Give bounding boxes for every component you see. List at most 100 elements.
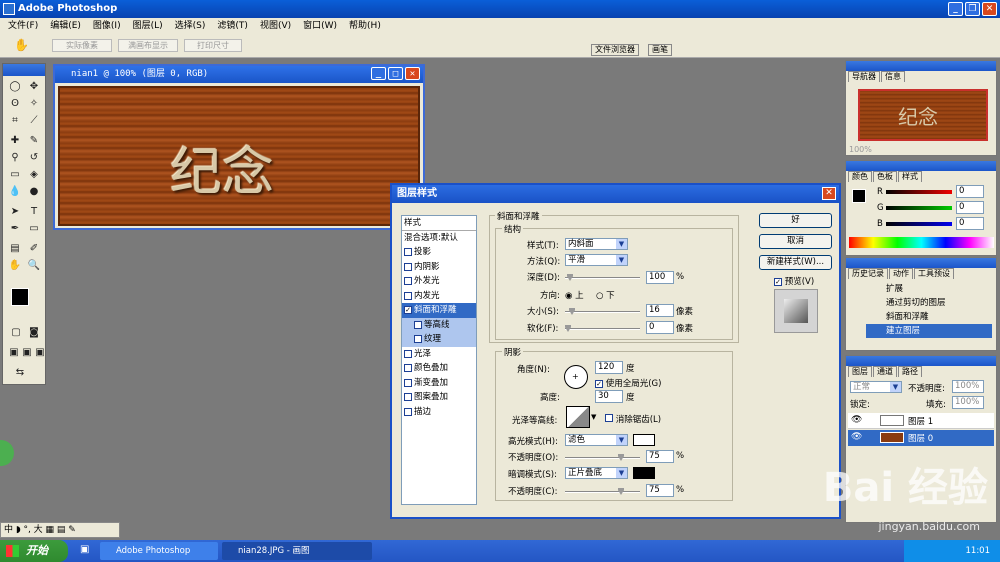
doc-maximize-button[interactable]: □ xyxy=(388,67,403,80)
actions-tab[interactable]: 动作 xyxy=(889,268,913,279)
layer-opacity-value[interactable]: 100% xyxy=(952,380,984,393)
menu-select[interactable]: 选择(S) xyxy=(169,18,212,34)
checkbox[interactable] xyxy=(404,364,412,373)
chevron-down-icon[interactable]: ▼ xyxy=(591,413,596,421)
b-value[interactable]: 0 xyxy=(956,217,984,230)
actual-pixels-button[interactable]: 实际像素 xyxy=(52,39,112,52)
magic-wand-tool-icon[interactable]: ✧ xyxy=(27,97,41,111)
info-tab[interactable]: 信息 xyxy=(881,71,905,82)
angle-dial[interactable]: + xyxy=(564,365,588,389)
navigator-thumbnail[interactable]: 纪念 xyxy=(858,89,988,141)
doc-close-button[interactable]: ✕ xyxy=(405,67,420,80)
fill-value[interactable]: 100% xyxy=(952,396,984,409)
eye-icon[interactable]: 👁 xyxy=(851,432,862,442)
foreground-color-swatch[interactable] xyxy=(11,288,29,306)
shadow-color-swatch[interactable] xyxy=(633,467,655,479)
notes-tool-icon[interactable]: ▤ xyxy=(8,242,22,256)
checkbox[interactable] xyxy=(414,320,422,329)
fit-screen-button[interactable]: 满画布显示 xyxy=(118,39,178,52)
soften-slider[interactable] xyxy=(565,325,640,332)
channels-tab[interactable]: 通道 xyxy=(873,366,897,377)
eyedropper-icon[interactable]: ✐ xyxy=(27,242,41,256)
color-tab[interactable]: 颜色 xyxy=(848,171,872,182)
bucket-tool-icon[interactable]: ◈ xyxy=(27,168,41,182)
color-overlay-item[interactable]: 颜色叠加 xyxy=(402,361,476,376)
shape-tool-icon[interactable]: ▭ xyxy=(27,222,41,236)
quickmask-mode-icon[interactable]: ◙ xyxy=(27,326,41,340)
hand-tool-icon[interactable]: ✋ xyxy=(14,38,29,52)
method-select[interactable]: 平滑 ▼ xyxy=(565,254,628,266)
direction-up-radio[interactable]: ◉ 上 xyxy=(565,289,584,301)
shadow-opacity-input[interactable]: 75 xyxy=(646,484,674,497)
shadow-opacity-slider[interactable] xyxy=(565,488,640,495)
checkbox[interactable] xyxy=(414,335,422,344)
clock[interactable]: 11:01 xyxy=(966,546,991,556)
cancel-button[interactable]: 取消 xyxy=(759,234,832,249)
screen-mode-1-icon[interactable]: ▣ xyxy=(7,346,21,360)
g-slider[interactable] xyxy=(886,206,952,210)
swatches-tab[interactable]: 色板 xyxy=(873,171,897,182)
menu-filter[interactable]: 滤镜(T) xyxy=(211,18,254,34)
menu-view[interactable]: 视图(V) xyxy=(254,18,297,34)
highlight-color-swatch[interactable] xyxy=(633,434,655,446)
move-tool-icon[interactable]: ✥ xyxy=(27,80,41,94)
bevel-emboss-item[interactable]: ✓ 斜面和浮雕 xyxy=(402,303,476,318)
task-photoshop[interactable]: Adobe Photoshop xyxy=(100,542,218,560)
checkbox[interactable] xyxy=(404,378,412,387)
lasso-tool-icon[interactable]: ʘ xyxy=(8,97,22,111)
r-slider[interactable] xyxy=(886,190,952,194)
menu-edit[interactable]: 编辑(E) xyxy=(44,18,87,34)
styles-tab[interactable]: 样式 xyxy=(898,171,922,182)
canvas-wood-image[interactable]: 纪念 xyxy=(58,86,420,226)
brush-tool-icon[interactable]: ✎ xyxy=(27,134,41,148)
checkbox[interactable] xyxy=(605,414,613,422)
checkbox[interactable] xyxy=(404,262,412,271)
pattern-overlay-item[interactable]: 图案叠加 xyxy=(402,390,476,405)
hand-tool-box-icon[interactable]: ✋ xyxy=(8,259,22,273)
show-desktop-icon[interactable]: ▣ xyxy=(80,544,89,555)
checkbox[interactable] xyxy=(404,248,412,257)
path-select-icon[interactable]: ➤ xyxy=(8,205,22,219)
anti-aliased-checkbox[interactable]: 消除锯齿(L) xyxy=(605,413,661,425)
menu-layer[interactable]: 图层(L) xyxy=(127,18,169,34)
checkbox[interactable] xyxy=(404,393,412,402)
r-value[interactable]: 0 xyxy=(956,185,984,198)
ok-button[interactable]: 好 xyxy=(759,213,832,228)
color-spectrum-ramp[interactable] xyxy=(849,237,994,248)
screen-mode-3-icon[interactable]: ▣ xyxy=(33,346,47,360)
checkbox[interactable] xyxy=(404,277,412,286)
ime-toolbar[interactable]: 中 ◗ °, 大 ▦ ▤ ✎ xyxy=(0,522,120,538)
history-item[interactable]: 扩展 xyxy=(866,282,992,296)
contour-item[interactable]: 等高线 xyxy=(402,317,476,332)
g-value[interactable]: 0 xyxy=(956,201,984,214)
healing-tool-icon[interactable]: ✚ xyxy=(8,134,22,148)
checkbox[interactable] xyxy=(404,407,412,416)
outer-glow-item[interactable]: 外发光 xyxy=(402,274,476,289)
checkbox[interactable] xyxy=(404,349,412,358)
slice-tool-icon[interactable]: ⟋ xyxy=(27,114,41,128)
checkbox[interactable] xyxy=(404,291,412,300)
blending-options-item[interactable]: 混合选项:默认 xyxy=(402,231,476,246)
screen-mode-2-icon[interactable]: ▣ xyxy=(20,346,34,360)
blur-tool-icon[interactable]: 💧 xyxy=(8,185,22,199)
preview-checkbox[interactable]: ✓ 预览(V) xyxy=(774,275,814,287)
zoom-tool-icon[interactable]: 🔍 xyxy=(27,259,41,273)
crop-tool-icon[interactable]: ⌗ xyxy=(8,114,22,128)
b-slider[interactable] xyxy=(886,222,952,226)
doc-minimize-button[interactable]: _ xyxy=(371,67,386,80)
size-input[interactable]: 16 xyxy=(646,304,674,317)
type-tool-icon[interactable]: T xyxy=(27,205,41,219)
marquee-tool-icon[interactable]: ◯ xyxy=(8,80,22,94)
inner-glow-item[interactable]: 内发光 xyxy=(402,289,476,304)
task-paint[interactable]: nian28.JPG - 画图 xyxy=(222,542,372,560)
close-button[interactable]: ✕ xyxy=(982,2,997,16)
history-item[interactable]: 斜面和浮雕 xyxy=(866,310,992,324)
gloss-contour-picker[interactable] xyxy=(566,406,590,428)
depth-slider[interactable] xyxy=(565,274,640,281)
restore-button[interactable]: ❐ xyxy=(965,2,980,16)
minimize-button[interactable]: _ xyxy=(948,2,963,16)
start-button[interactable]: 开始 xyxy=(0,540,68,562)
size-slider[interactable] xyxy=(565,308,640,315)
eraser-tool-icon[interactable]: ▭ xyxy=(8,168,22,182)
side-float-badge[interactable] xyxy=(0,440,14,466)
